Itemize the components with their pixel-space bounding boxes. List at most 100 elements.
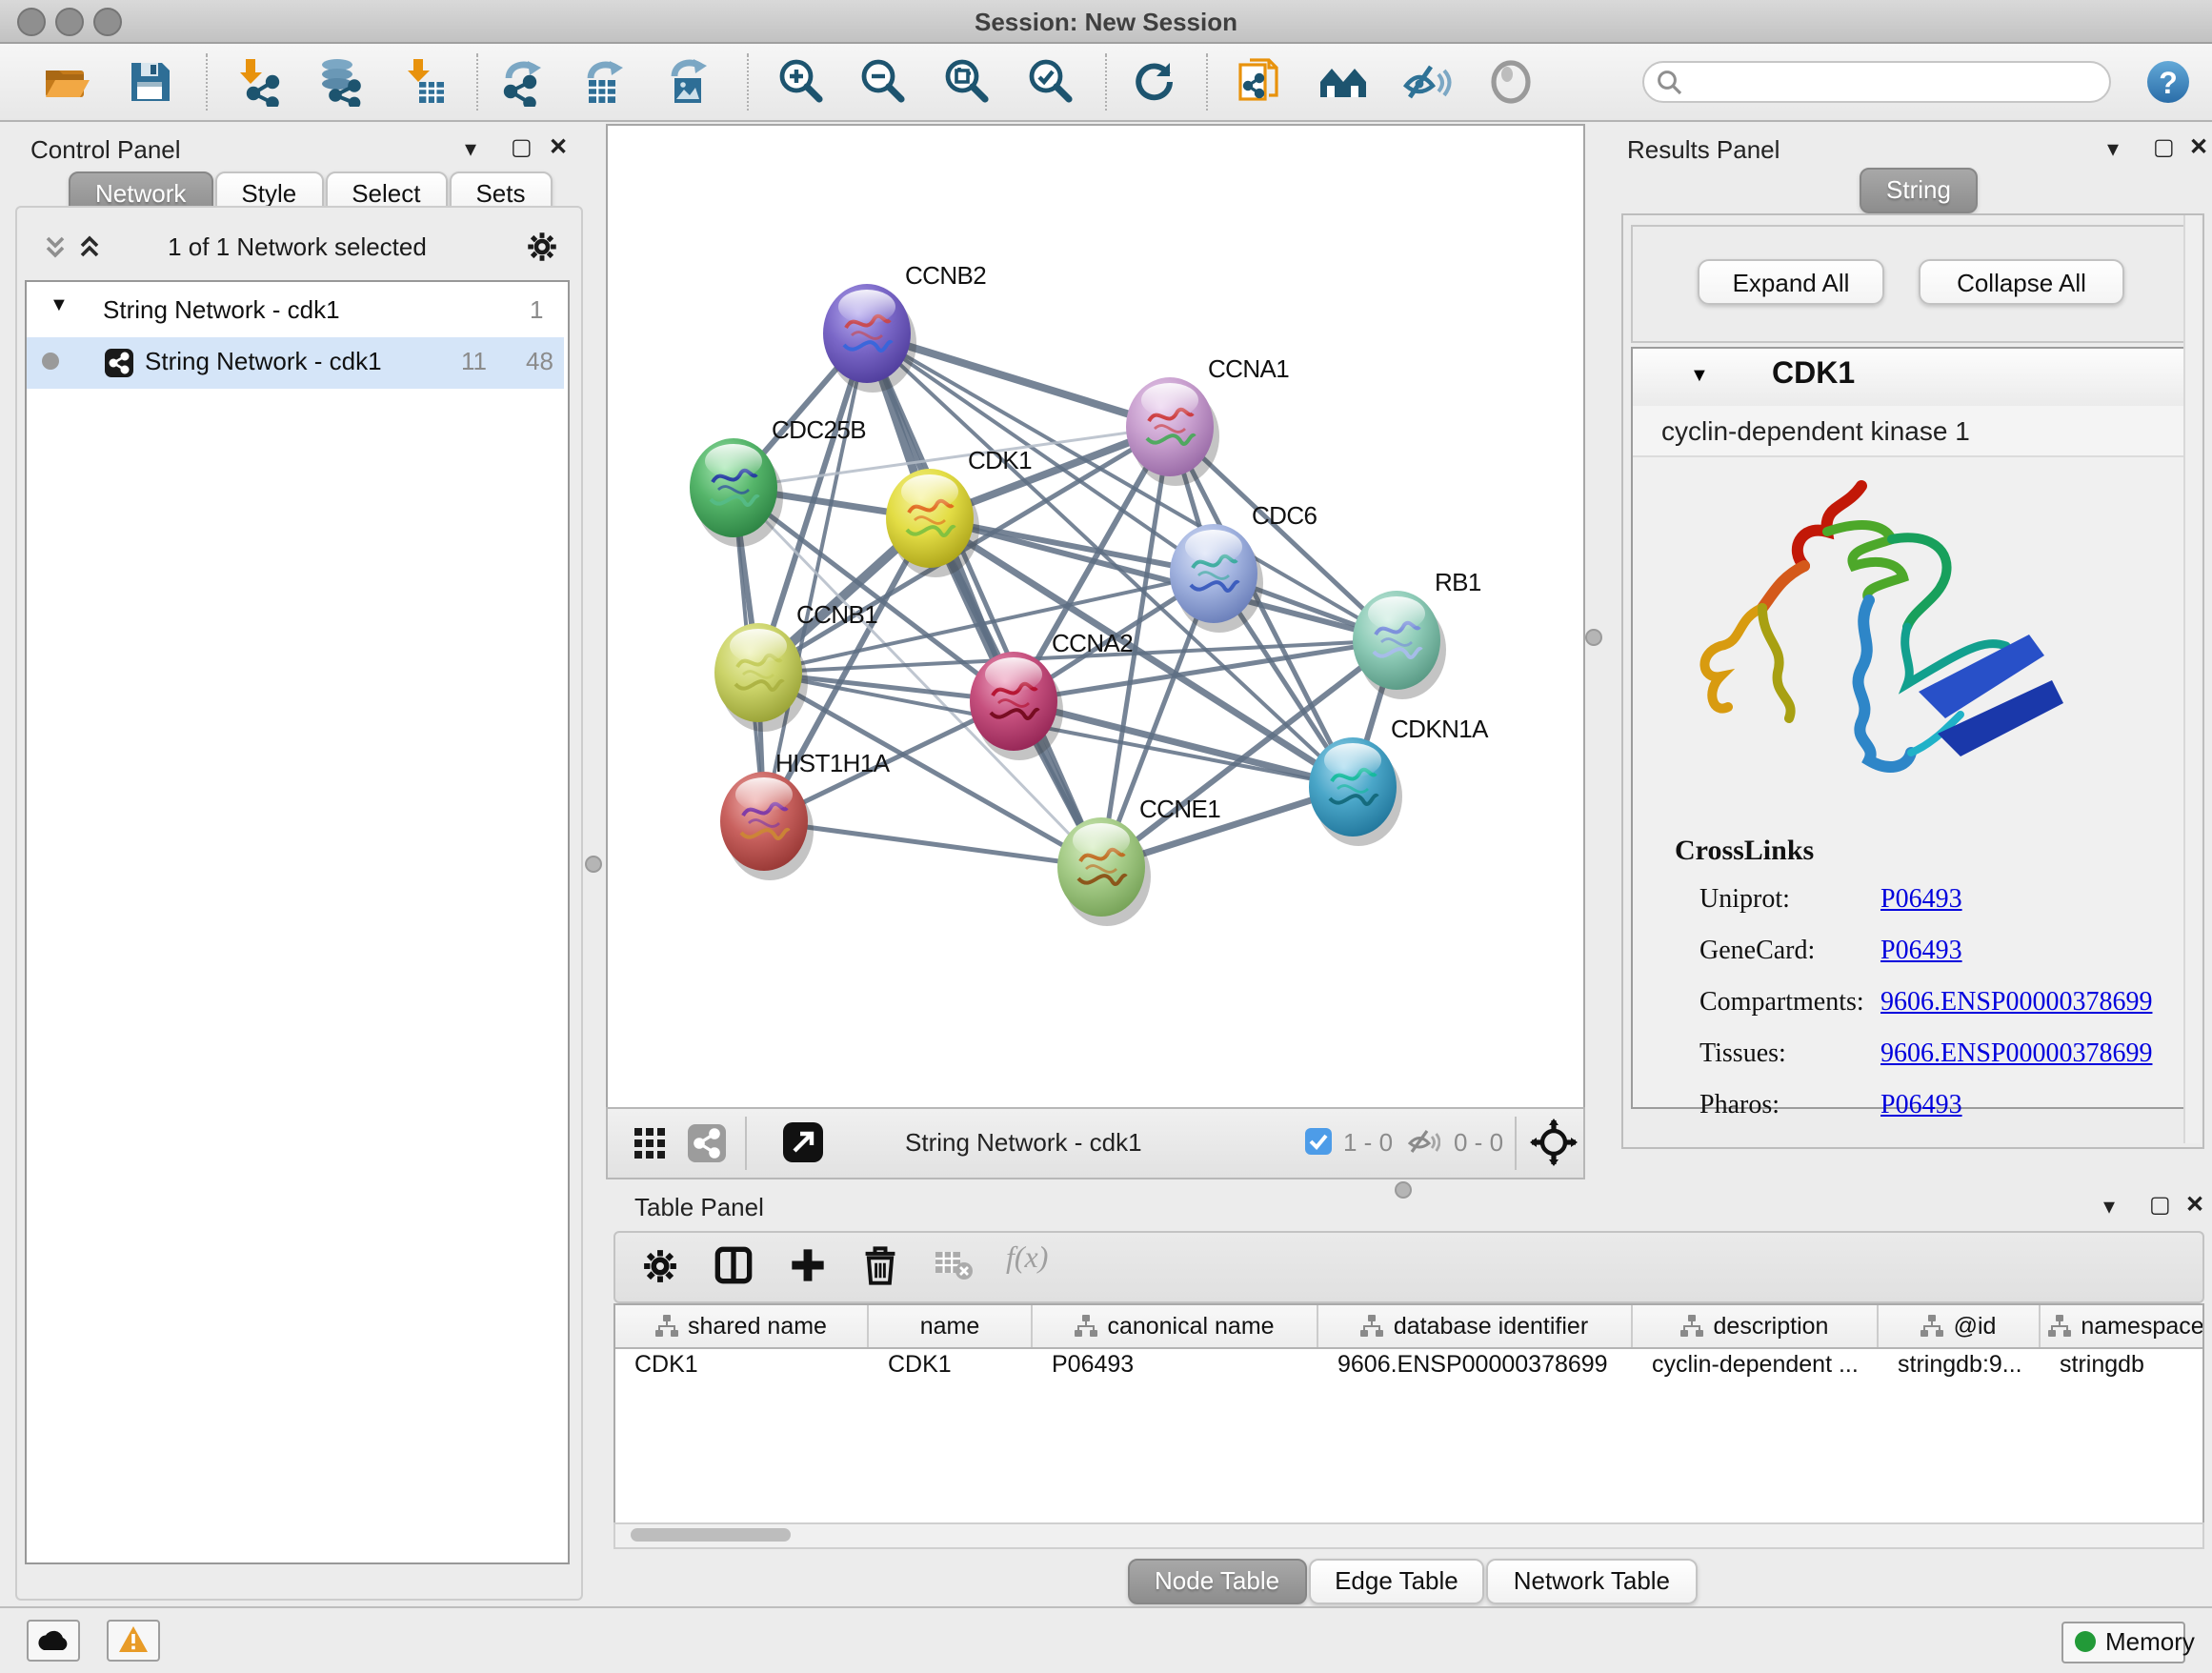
node-CCNA1[interactable]: CCNA1 [1126,354,1289,486]
crosslink-link[interactable]: 9606.ENSP00000378699 [1880,989,2152,1019]
edge-HIST1H1A-CCNE1[interactable] [764,821,1101,867]
crosslink-link[interactable]: P06493 [1880,937,1962,968]
column-header-namespace[interactable]: namespace [2041,1305,2204,1347]
table-cell[interactable]: CDK1 [869,1351,1031,1389]
panel-menu-icon[interactable]: ▾ [2107,135,2119,162]
panel-close-icon[interactable]: ✕ [2185,1191,2204,1218]
expand-all-button[interactable]: Expand All [1698,259,1884,305]
zoom-fit-button[interactable] [941,57,991,107]
crosslink-link[interactable]: P06493 [1880,886,1962,917]
help-button[interactable]: ? [2143,57,2193,107]
open-in-new-icon[interactable] [783,1122,823,1162]
save-session-button[interactable] [126,57,175,107]
tab-network-table[interactable]: Network Table [1487,1559,1697,1604]
tab-edge-table[interactable]: Edge Table [1308,1559,1485,1604]
mapped-column-icon [1681,1315,1704,1338]
columns-icon[interactable] [714,1246,753,1284]
crosshair-move-icon[interactable] [1530,1119,1578,1166]
network-row[interactable]: String Network - cdk1 11 48 [27,337,564,389]
column-header-shared-name[interactable]: shared name [615,1305,869,1347]
crosslink-link[interactable]: 9606.ENSP00000378699 [1880,1040,2152,1071]
right-splitter-handle[interactable] [1585,629,1602,646]
scrollbar-thumb[interactable] [631,1528,791,1542]
table-horizontal-scrollbar[interactable] [613,1522,2204,1549]
collapse-triangle-icon[interactable]: ▼ [50,295,69,316]
node-RB1[interactable]: RB1 [1353,568,1481,699]
window-title: Session: New Session [0,8,2212,36]
panel-float-icon[interactable]: ▢ [511,133,533,160]
node-table[interactable]: shared namenamecanonical namedatabase id… [613,1303,2204,1524]
table-cell[interactable]: cyclin-dependent ... [1633,1351,1877,1389]
protein-card-header[interactable]: ▼ CDK1 [1633,349,2189,408]
network-collection-row[interactable]: ▼ String Network - cdk1 1 [27,286,564,337]
memory-button[interactable]: Memory [2061,1622,2185,1663]
panel-float-icon[interactable]: ▢ [2149,1191,2171,1218]
node-CCNB2[interactable]: CCNB2 [823,261,986,393]
warnings-button[interactable] [107,1620,160,1662]
cloud-button[interactable] [27,1620,80,1662]
export-table-button[interactable] [581,57,631,107]
node-CDKN1A[interactable]: CDKN1A [1309,715,1489,846]
table-cell[interactable]: CDK1 [615,1351,867,1389]
import-network-from-file-button[interactable] [232,57,282,107]
column-header-database-identifier[interactable]: database identifier [1318,1305,1633,1347]
network-document-button[interactable] [1235,57,1284,107]
network-graph[interactable]: CCNB2CCNA1CDC25BCDK1CDC6RB1CCNB1CCNA2CDK… [608,126,1583,1107]
results-scrollbar[interactable] [2183,215,2201,1143]
export-network-icon [499,57,549,107]
mapped-column-icon [1075,1315,1097,1338]
tab-node-table[interactable]: Node Table [1128,1559,1306,1604]
table-tabs: Node TableEdge TableNetwork Table [1128,1559,1699,1604]
open-session-button[interactable] [42,57,91,107]
hide-graphics-button[interactable] [1402,57,1452,107]
collapse-all-button[interactable]: Collapse All [1919,259,2124,305]
function-builder-icon: f(x) [1006,1242,1048,1277]
export-network-button[interactable] [499,57,549,107]
refresh-button[interactable] [1130,57,1179,107]
table-cell[interactable]: stringdb [2041,1351,2204,1389]
table-cell[interactable]: stringdb:9... [1879,1351,2039,1389]
gear-icon[interactable] [526,231,558,263]
protein-description: cyclin-dependent kinase 1 [1661,415,1970,446]
collapse-triangle-icon[interactable]: ▼ [1690,366,1709,387]
column-header-canonical-name[interactable]: canonical name [1033,1305,1318,1347]
add-icon[interactable] [789,1246,827,1284]
panel-close-icon[interactable]: ✕ [549,133,568,160]
grid-view-icon[interactable] [634,1128,665,1159]
network-canvas[interactable]: CCNB2CCNA1CDC25BCDK1CDC6RB1CCNB1CCNA2CDK… [606,124,1585,1109]
share-view-icon[interactable] [688,1124,726,1162]
zoom-out-button[interactable] [857,57,907,107]
delete-icon[interactable] [861,1244,899,1286]
search-input[interactable] [1690,65,2098,99]
tab-string[interactable]: String [1860,168,1978,213]
import-network-from-database-button[interactable] [314,57,364,107]
crosslink-link[interactable]: P06493 [1880,1092,1962,1122]
table-cell[interactable]: 9606.ENSP00000378699 [1318,1351,1631,1389]
node-HIST1H1A[interactable]: HIST1H1A [720,749,891,880]
column-header-description[interactable]: description [1633,1305,1879,1347]
hidden-eye-slash-icon[interactable] [1408,1126,1440,1157]
table-header-row: shared namenamecanonical namedatabase id… [615,1305,2202,1349]
column-header-name[interactable]: name [869,1305,1033,1347]
import-table-from-file-button[interactable] [400,57,450,107]
node-CCNE1[interactable]: CCNE1 [1057,795,1220,926]
table-toolbar: f(x) [613,1231,2204,1303]
export-image-button[interactable] [665,57,714,107]
column-header-@id[interactable]: @id [1879,1305,2041,1347]
left-splitter-handle[interactable] [585,856,602,873]
search-box[interactable] [1642,61,2111,103]
panel-menu-icon[interactable]: ▾ [2103,1193,2115,1219]
edge-count: 48 [526,347,553,375]
selected-checkbox-icon[interactable] [1305,1128,1332,1155]
zoom-selected-button[interactable] [1025,57,1075,107]
table-cell[interactable]: P06493 [1033,1351,1317,1389]
panel-float-icon[interactable]: ▢ [2153,133,2175,160]
show-graphics-button[interactable] [1486,57,1536,107]
zoom-in-button[interactable] [775,57,825,107]
panel-close-icon[interactable]: ✕ [2189,133,2208,160]
panel-menu-icon[interactable]: ▾ [465,135,476,162]
homes-button[interactable] [1318,57,1368,107]
node-CDC25B[interactable]: CDC25B [690,415,866,547]
gear-icon[interactable] [642,1248,678,1284]
node-label-CCNB2: CCNB2 [905,261,986,290]
